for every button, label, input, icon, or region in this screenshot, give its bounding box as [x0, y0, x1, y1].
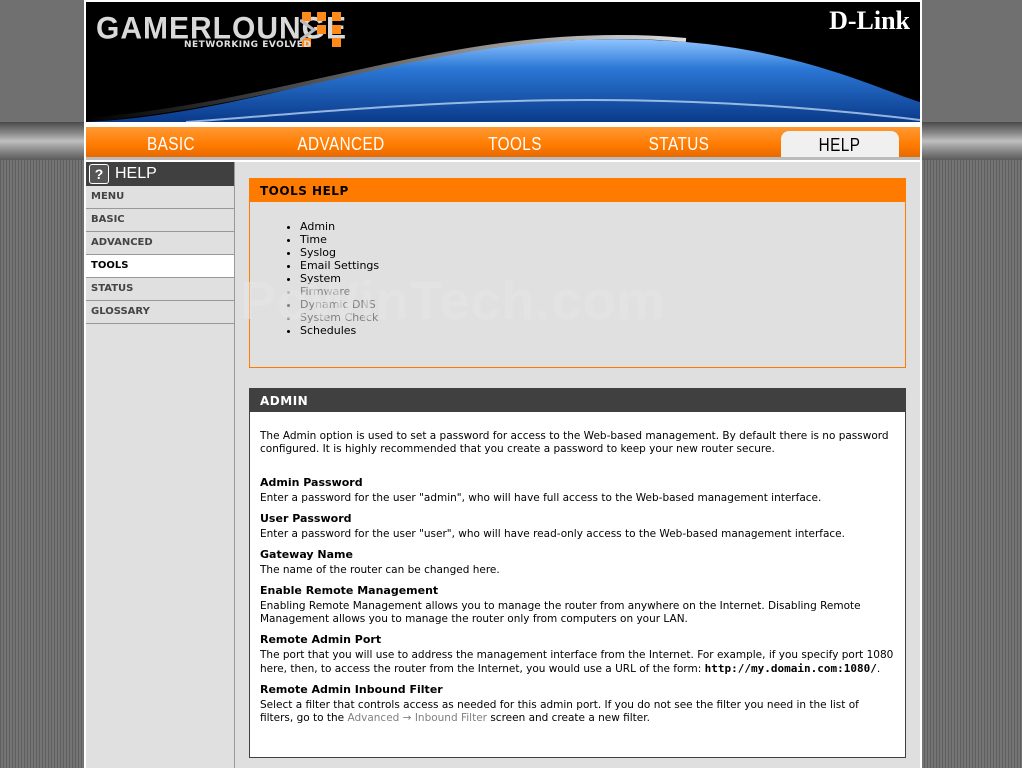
section-heading-admin-password: Admin Password: [260, 476, 363, 489]
sidebar-item-menu[interactable]: MENU: [86, 186, 234, 209]
top-navigation: BASIC ADVANCED TOOLS STATUS HELP: [86, 127, 920, 160]
sidebar-item-advanced[interactable]: ADVANCED: [86, 232, 234, 255]
sidebar-item-basic[interactable]: BASIC: [86, 209, 234, 232]
section-text-remote-admin-port: The port that you will use to address th…: [260, 649, 895, 676]
section-text-remote-management: Enabling Remote Management allows you to…: [260, 600, 861, 625]
section-heading-gateway-name: Gateway Name: [260, 548, 353, 561]
section-heading-remote-admin-port: Remote Admin Port: [260, 633, 382, 646]
inbound-filter-suffix: screen and create a new filter.: [486, 712, 650, 724]
tab-basic[interactable]: BASIC: [116, 127, 227, 157]
sidebar-item-status[interactable]: STATUS: [86, 278, 234, 301]
url-suffix: .: [876, 663, 881, 675]
question-icon: ?: [89, 164, 109, 184]
help-link-email-settings[interactable]: Email Settings: [300, 259, 905, 272]
inbound-filter-link[interactable]: Inbound Filter: [415, 712, 487, 724]
section-text-admin-password: Enter a password for the user "admin", w…: [260, 492, 822, 504]
section-text-gateway-name: The name of the router can be changed he…: [260, 564, 500, 576]
help-link-schedules[interactable]: Schedules: [300, 324, 905, 337]
sidebar-title: HELP: [115, 165, 157, 182]
section-text-inbound-filter: Select a filter that controls access as …: [260, 699, 895, 725]
tools-help-title: TOOLS HELP: [250, 179, 905, 202]
sidebar-item-glossary[interactable]: GLOSSARY: [86, 301, 234, 324]
help-link-system[interactable]: System: [300, 272, 905, 285]
dlink-logo: D-Link: [829, 6, 910, 35]
main-content: TOOLS HELP Admin Time Syslog Email Setti…: [235, 162, 920, 768]
admin-title: ADMIN: [250, 389, 905, 412]
admin-help-panel: ADMIN The Admin option is used to set a …: [249, 388, 906, 758]
section-text-user-password: Enter a password for the user "user", wh…: [260, 528, 845, 540]
help-link-time[interactable]: Time: [300, 233, 905, 246]
sidebar-item-tools[interactable]: TOOLS: [86, 255, 234, 278]
help-link-firmware[interactable]: Firmware: [300, 285, 905, 298]
url-example: http://my.domain.com:1080/: [704, 662, 877, 675]
tab-status[interactable]: STATUS: [624, 127, 735, 157]
section-heading-user-password: User Password: [260, 512, 352, 525]
tab-advanced[interactable]: ADVANCED: [286, 127, 397, 157]
tools-help-list: Admin Time Syslog Email Settings System …: [300, 220, 905, 337]
sidebar-header: ? HELP: [86, 162, 234, 186]
help-link-admin[interactable]: Admin: [300, 220, 905, 233]
tab-help-label: HELP: [819, 135, 861, 155]
help-link-dynamic-dns[interactable]: Dynamic DNS: [300, 298, 905, 311]
gamerlounge-tagline: NETWORKING EVOLVED: [184, 40, 312, 50]
admin-intro: The Admin option is used to set a passwo…: [260, 430, 889, 455]
header-banner: GAMERLOUNGE NETWORKING EVOLVED D-Link: [86, 2, 920, 122]
sidebar: ? HELP MENU BASIC ADVANCED TOOLS STATUS …: [86, 162, 235, 768]
section-heading-remote-management: Enable Remote Management: [260, 584, 439, 597]
advanced-link[interactable]: Advanced: [347, 712, 399, 724]
help-link-syslog[interactable]: Syslog: [300, 246, 905, 259]
arrow-right-icon: →: [399, 712, 415, 724]
section-heading-inbound-filter: Remote Admin Inbound Filter: [260, 683, 443, 696]
help-link-system-check[interactable]: System Check: [300, 311, 905, 324]
admin-body: The Admin option is used to set a passwo…: [250, 412, 905, 725]
tab-tools[interactable]: TOOLS: [460, 127, 571, 157]
tab-help[interactable]: HELP: [781, 131, 899, 157]
tools-help-panel: TOOLS HELP Admin Time Syslog Email Setti…: [249, 178, 906, 368]
